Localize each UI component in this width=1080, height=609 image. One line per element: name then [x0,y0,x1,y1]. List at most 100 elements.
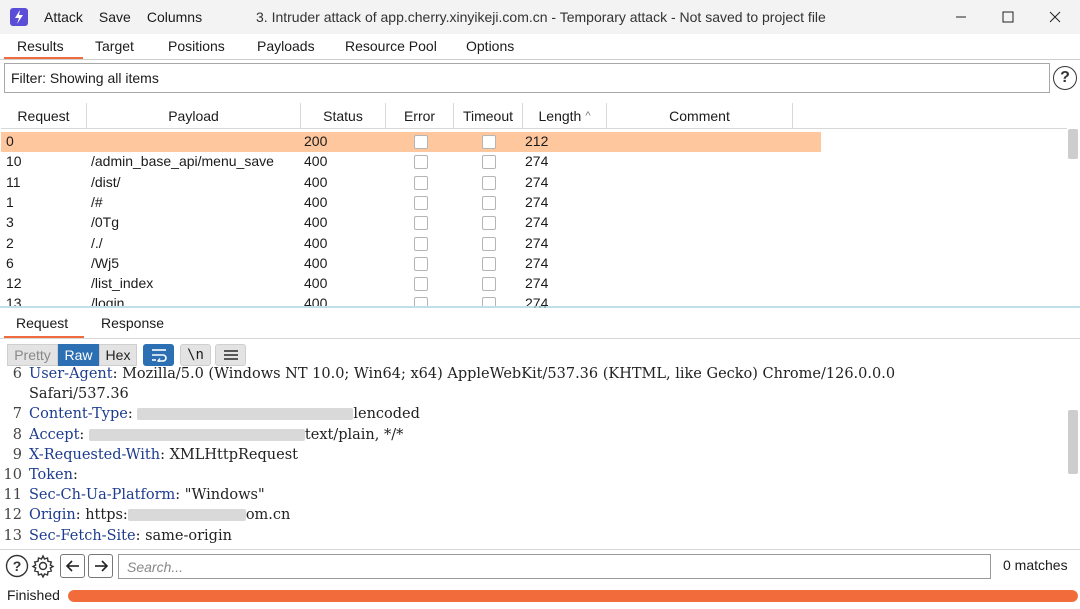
attack-status: Finished [7,587,60,603]
table-row[interactable]: 11/dist/400 274 [1,173,821,193]
header-value: Safari/537.36 [29,386,129,403]
tab-options[interactable]: Options [466,38,514,54]
cell-request: 12 [6,275,22,292]
error-checkbox [414,216,428,231]
cell-payload: /0Tg [91,214,120,231]
sort-ascending-icon: ^ [585,110,591,122]
line-text: X-Requested-With: XMLHttpRequest [29,447,298,463]
message-tabs-divider [0,338,1080,339]
burp-intruder-icon [10,8,28,26]
raw-button[interactable]: Raw [58,344,99,366]
arrow-right-icon [94,560,108,572]
cell-status: 400 [304,254,328,271]
tab-payloads[interactable]: Payloads [257,38,315,54]
timeout-checkbox [482,256,496,271]
cell-length: 274 [525,275,549,292]
tab-response[interactable]: Response [101,315,164,331]
attack-tabs: Results Target Positions Payloads Resour… [0,34,1080,60]
timeout-checkbox [482,236,496,251]
help-icon: ? [5,554,29,578]
table-row[interactable]: 6/Wj5 400 274 [1,254,821,274]
previous-match-button[interactable] [60,554,85,578]
cell-length: 274 [525,173,549,190]
close-button[interactable] [1032,0,1078,34]
editor-scrollbar[interactable] [1068,410,1078,474]
request-editor[interactable]: 6 User-Agent: Mozilla/5.0 (Windows NT 10.… [0,366,1068,547]
column-error[interactable]: Error [386,103,454,129]
next-match-button[interactable] [88,554,113,578]
match-count: 0 matches [1003,557,1068,573]
wrap-lines-button[interactable] [143,344,174,366]
drag-handle-icon [534,306,546,308]
menu-columns[interactable]: Columns [147,9,202,25]
table-row[interactable]: 13/login 400 274 [1,294,821,306]
header-value: "Windows" [184,487,265,504]
cell-status: 400 [304,153,328,170]
column-payload[interactable]: Payload [87,103,301,129]
cell-request: 3 [6,214,14,231]
line-number: 11 [3,487,22,504]
timeout-checkbox [482,297,496,306]
cell-status: 400 [304,275,328,292]
column-comment[interactable]: Comment [607,103,793,129]
cell-payload: /./ [91,234,103,251]
cell-length: 212 [525,133,549,149]
header-value: Mozilla/5.0 (Windows NT 10.0; Win64; x64… [122,366,896,382]
menu-attack[interactable]: Attack [44,9,83,25]
editor-menu-button[interactable] [215,344,246,366]
tab-results[interactable]: Results [17,38,64,54]
settings-button[interactable] [31,554,55,578]
cell-status: 400 [304,193,328,210]
cell-payload: /dist/ [91,173,121,190]
active-tab-indicator [4,57,83,59]
header-separator: : [135,527,146,544]
error-checkbox [414,236,428,251]
cell-length: 274 [525,234,549,251]
menu-save[interactable]: Save [99,9,131,25]
line-number: 9 [12,446,22,463]
table-scrollbar[interactable] [1068,129,1078,159]
menu-icon [223,350,238,360]
tab-request[interactable]: Request [16,315,68,331]
line-number: 7 [12,406,22,423]
cell-request: 10 [6,153,22,170]
minimize-button[interactable] [938,0,984,34]
line-text: Content-Type: lencoded [29,406,420,422]
tab-target[interactable]: Target [95,38,134,54]
tab-positions[interactable]: Positions [168,38,225,54]
column-status[interactable]: Status [301,103,386,129]
maximize-button[interactable] [985,0,1031,34]
svg-text:?: ? [13,558,22,574]
line-text: Sec-Ch-Ua-Platform: "Windows" [29,487,265,503]
header-name: Content-Type [29,406,128,423]
column-request[interactable]: Request [1,103,87,129]
pretty-button[interactable]: Pretty [7,344,58,366]
show-newlines-button[interactable]: \n [180,344,211,366]
tab-resource-pool[interactable]: Resource Pool [345,38,437,54]
timeout-checkbox [482,175,496,190]
error-checkbox [414,175,428,190]
header-separator: : [75,507,86,524]
search-input[interactable] [118,554,991,579]
header-separator: : [79,426,89,443]
filter-bar[interactable]: Filter: Showing all items [4,63,1050,93]
table-row[interactable]: 3/0Tg 400 274 [1,213,821,233]
column-timeout[interactable]: Timeout [454,103,523,129]
arrow-left-icon [65,560,79,572]
error-checkbox [414,256,428,271]
timeout-checkbox [482,155,496,170]
help-button[interactable]: ? [5,554,29,578]
cell-request: 2 [6,234,14,251]
table-row[interactable]: 0 200 212 [1,132,821,152]
column-length[interactable]: Length ^ [523,103,607,129]
table-row[interactable]: 2 /./ 400 274 [1,234,821,254]
table-row[interactable]: 10/admin_base_api/menu_save 400 274 [1,152,821,172]
table-row[interactable]: 12/list_index 400 274 [1,274,821,294]
cell-request: 6 [6,254,14,271]
split-divider[interactable] [0,306,1080,308]
table-row[interactable]: 1 /# 400 274 [1,193,821,213]
help-icon[interactable]: ? [1053,66,1077,90]
error-checkbox [414,135,428,149]
header-name: Sec-Fetch-Site [29,527,136,544]
hex-button[interactable]: Hex [99,344,137,366]
